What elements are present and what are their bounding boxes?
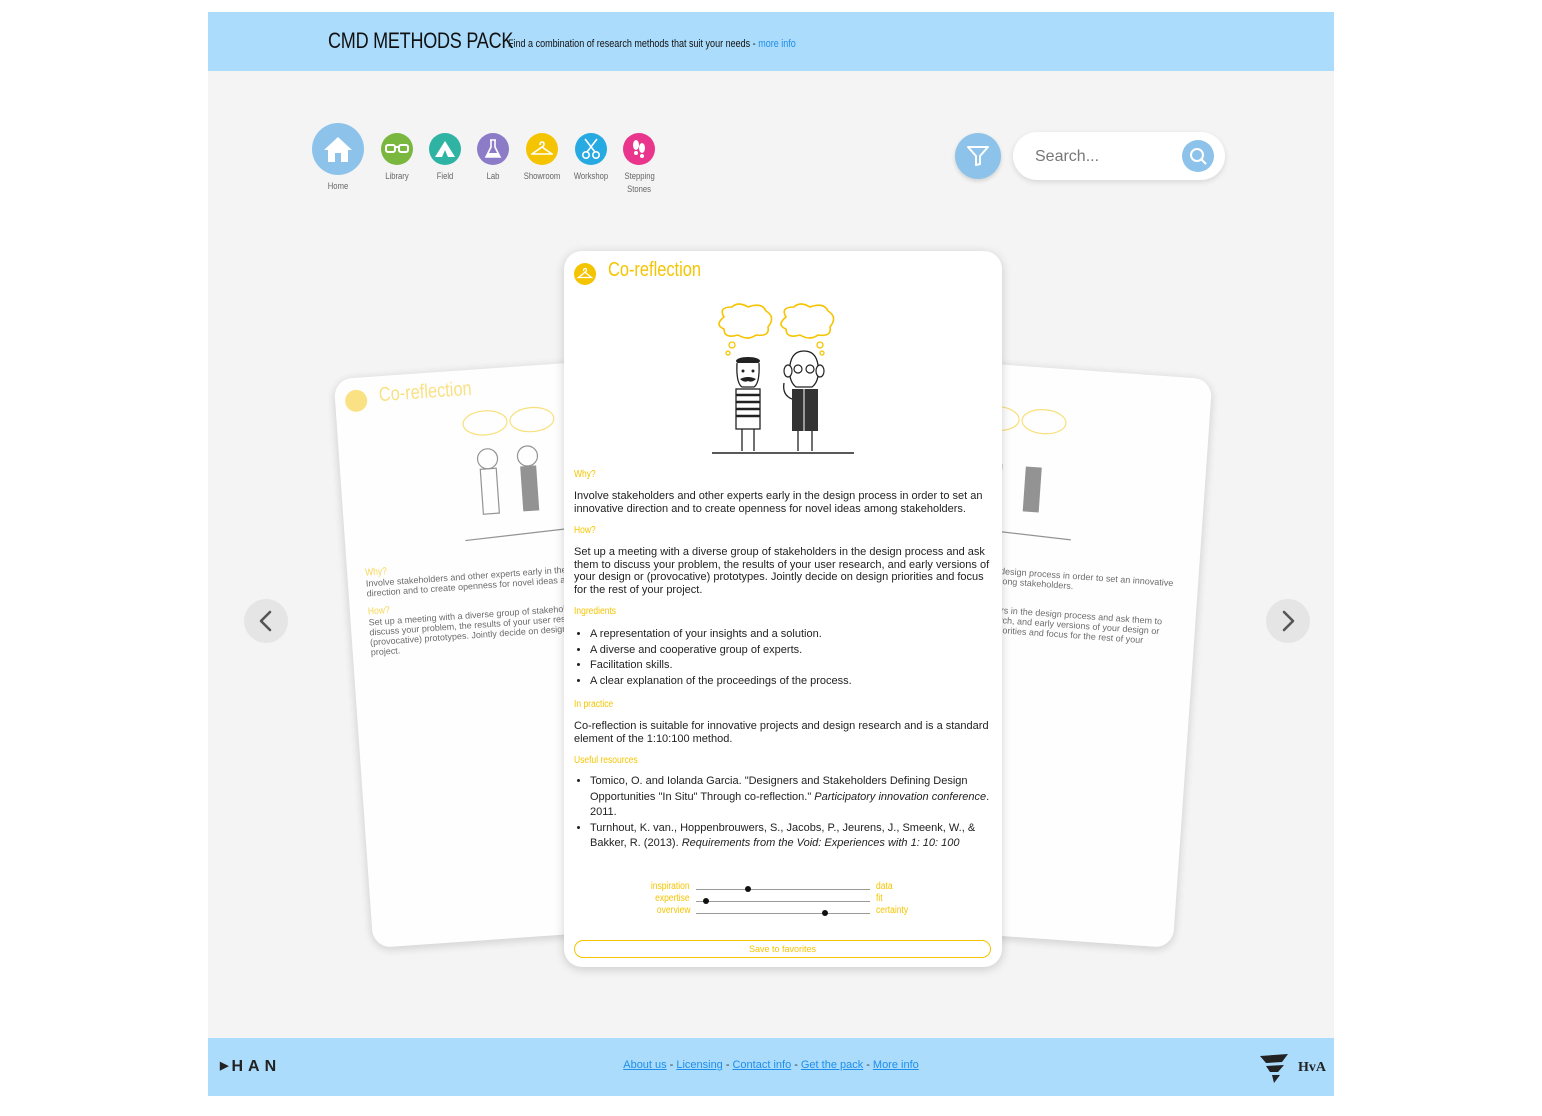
header-bar: CMD METHODS PACK Find a combination of r… (208, 12, 1334, 71)
how-heading: How? (574, 525, 596, 536)
nav-showroom-label: Showroom (523, 171, 561, 181)
next-card-button[interactable] (1266, 599, 1310, 643)
footer-link-more-info[interactable]: More info (873, 1059, 919, 1071)
practice-text: Co-reflection is suitable for innovative… (574, 720, 989, 745)
slider-left-label: overview (656, 905, 690, 916)
tagline: Find a combination of research methods t… (508, 38, 796, 50)
slider-handle[interactable] (821, 910, 828, 916)
hanger-icon (344, 389, 368, 413)
why-heading: Why? (574, 469, 596, 480)
hva-logo[interactable]: HvA (1258, 1052, 1326, 1084)
chevron-left-icon (259, 610, 272, 632)
slider-expertise-fit[interactable]: expertise fit (656, 893, 883, 907)
slider-handle[interactable] (745, 886, 752, 892)
list-item: A representation of your insights and a … (590, 627, 992, 643)
previous-card-button[interactable] (244, 599, 288, 643)
footsteps-icon (623, 133, 655, 165)
practice-heading: In practice (574, 699, 614, 710)
slider-track (696, 901, 870, 902)
list-item: A diverse and cooperative group of exper… (590, 643, 992, 659)
resources-heading: Useful resources (574, 755, 638, 766)
footer-link-get-the-pack[interactable]: Get the pack (801, 1059, 863, 1071)
slider-right-label: data (876, 881, 893, 892)
card-main-body: Why? Involve stakeholders and other expe… (574, 469, 992, 852)
card-title: Co-reflection (608, 259, 701, 281)
list-item: A clear explanation of the proceedings o… (590, 674, 992, 690)
slider-inspiration-data[interactable]: inspiration data (651, 881, 893, 895)
chevron-right-icon (1282, 610, 1295, 632)
ingredients-heading: Ingredients (574, 606, 617, 617)
footer-link-licensing[interactable]: Licensing (676, 1059, 722, 1071)
ingredients-list: A representation of your insights and a … (574, 627, 992, 689)
search-input[interactable] (1033, 145, 1177, 169)
hanger-icon (526, 133, 558, 165)
slider-overview-certainty[interactable]: overview certainty (656, 905, 908, 919)
filter-icon (967, 146, 989, 166)
tent-icon (429, 133, 461, 165)
nav-home[interactable]: Home (308, 123, 368, 193)
save-to-favorites-button[interactable]: Save to favorites (574, 940, 991, 958)
list-item: Turnhout, K. van., Hoppenbrouwers, S., J… (590, 821, 992, 852)
scissors-icon (575, 133, 607, 165)
footer-link-contact-info[interactable]: Contact info (732, 1059, 791, 1071)
slider-left-label: expertise (655, 893, 690, 904)
slider-track (696, 913, 870, 914)
home-icon (312, 123, 364, 175)
slider-handle[interactable] (703, 898, 710, 904)
hanger-icon (574, 263, 596, 285)
why-text: Involve stakeholders and other experts e… (574, 490, 983, 515)
card-main: Co-reflection Why? Involve stakeholders … (564, 251, 1002, 967)
slider-left-label: inspiration (651, 881, 690, 892)
resources-list: Tomico, O. and Iolanda Garcia. "Designer… (574, 774, 992, 852)
slider-right-label: fit (876, 893, 883, 904)
flask-icon (477, 133, 509, 165)
co-reflection-illustration (712, 303, 854, 454)
nav-lab-label: Lab (486, 171, 500, 181)
search-box (1013, 132, 1225, 180)
site-title[interactable]: CMD METHODS PACK (328, 28, 513, 54)
glasses-icon (381, 133, 413, 165)
nav-home-label: Home (327, 181, 349, 191)
slider-track (696, 889, 870, 890)
more-info-link[interactable]: more info (758, 38, 796, 50)
nav-stepping-stones[interactable]: Stepping Stones (609, 133, 669, 196)
search-icon (1190, 148, 1207, 165)
search-button[interactable] (1182, 140, 1214, 172)
card-title: Co-reflection (378, 377, 473, 407)
list-item: Facilitation skills. (590, 658, 992, 674)
footer-link-about-us[interactable]: About us (623, 1059, 666, 1071)
slider-right-label: certainty (876, 905, 909, 916)
footer-links: About us - Licensing - Contact info - Get the … (623, 1059, 919, 1071)
hva-emblem-icon (1260, 1054, 1288, 1083)
list-item: Tomico, O. and Iolanda Garcia. "Designer… (590, 774, 992, 821)
page: CMD METHODS PACK Find a combination of r… (208, 12, 1334, 1096)
footer-bar: ▶ HAN About us - Licensing - Contact info - Get… (208, 1038, 1334, 1096)
filter-button[interactable] (955, 133, 1001, 179)
how-text: Set up a meeting with a diverse group of… (574, 546, 990, 596)
nav-stepping-stones-label: Stepping Stones (624, 171, 655, 194)
